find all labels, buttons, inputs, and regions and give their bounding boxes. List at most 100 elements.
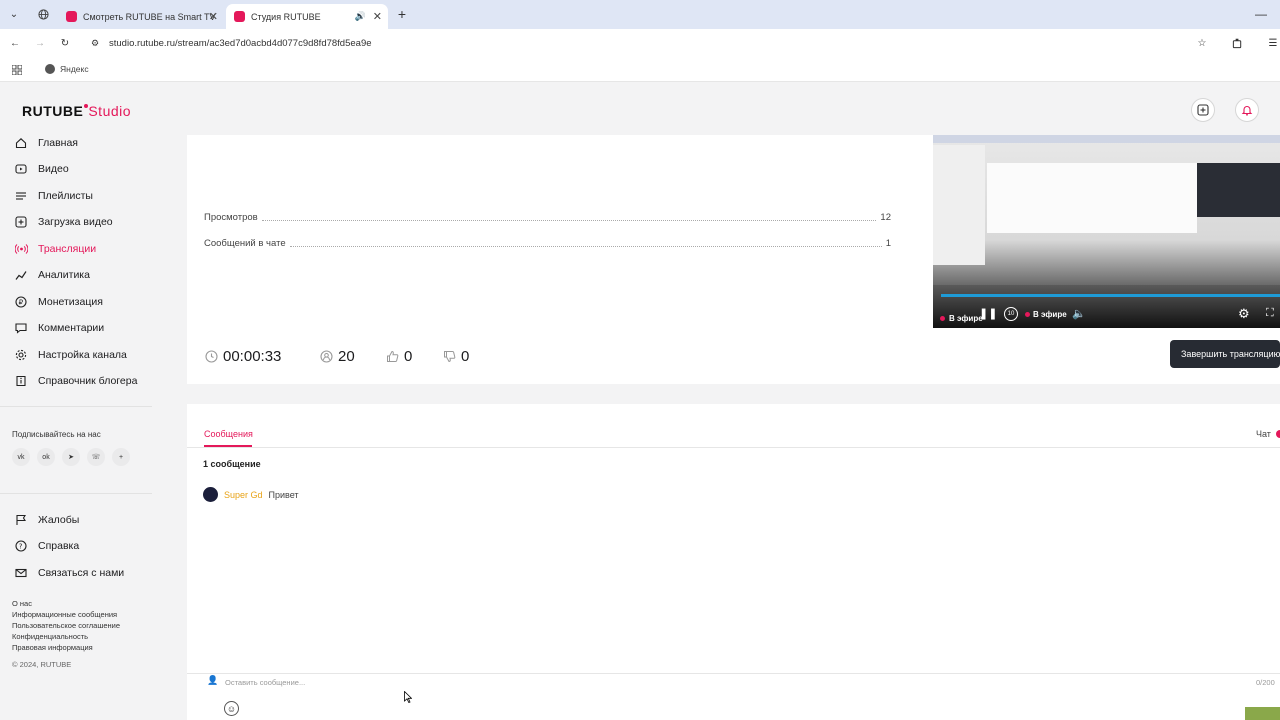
- chat-messages-value: 1: [885, 238, 891, 249]
- chat-message: Super Gd Привет: [203, 487, 299, 502]
- notifications-button[interactable]: [1235, 98, 1259, 122]
- mail-icon: [14, 566, 28, 580]
- bookmarks-bar: Яндекс: [0, 58, 1280, 82]
- studio-page: RUTUBE Studio Главная Видео Плейлисты Заг…: [0, 82, 1280, 720]
- apps-grid-icon[interactable]: [10, 63, 24, 77]
- odnoklassniki-icon[interactable]: ok: [37, 448, 55, 466]
- rutube-favicon-icon: [234, 11, 245, 22]
- fullscreen-icon[interactable]: ⛶: [1266, 307, 1274, 320]
- add-icon: [1197, 104, 1209, 116]
- clock-icon: [205, 350, 218, 363]
- new-tab-icon[interactable]: +: [395, 6, 409, 22]
- bell-icon: [1241, 106, 1253, 116]
- create-button[interactable]: [1191, 98, 1215, 122]
- sidebar-item-upload[interactable]: Загрузка видео: [14, 212, 113, 232]
- telegram-icon[interactable]: ➤: [62, 448, 80, 466]
- thumbs-up-icon: [387, 350, 399, 362]
- close-tab-icon[interactable]: ✕: [209, 10, 218, 23]
- viewer-icon: [320, 350, 333, 363]
- comment-icon: [14, 321, 28, 335]
- globe-icon[interactable]: [36, 7, 50, 21]
- live-indicator: В эфире: [1025, 310, 1067, 319]
- message-author[interactable]: Super Gd: [224, 490, 263, 500]
- emoji-icon[interactable]: ☺: [224, 701, 239, 716]
- volume-icon[interactable]: 🔈: [1072, 307, 1086, 320]
- logo-brand: RUTUBE: [22, 103, 84, 119]
- analytics-icon: [14, 268, 28, 282]
- browser-tab[interactable]: Смотреть RUTUBE на Smart TV ✕: [58, 4, 224, 29]
- browser-tab-strip: ⌄ Смотреть RUTUBE на Smart TV ✕ Студия R…: [0, 0, 1280, 29]
- bookmark-star-icon[interactable]: ☆: [1195, 36, 1209, 50]
- sidebar-item-channel-settings[interactable]: Настройка канала: [14, 345, 127, 365]
- copyright: © 2024, RUTUBE: [12, 660, 72, 669]
- avatar[interactable]: [203, 487, 218, 502]
- tab-search-icon[interactable]: ⌄: [7, 7, 21, 21]
- menu-icon[interactable]: ☰: [1266, 36, 1280, 50]
- subscribe-label: Подписывайтесь на нас: [12, 430, 101, 439]
- playlist-icon: [14, 189, 28, 203]
- close-tab-icon[interactable]: ✕: [373, 10, 382, 23]
- sidebar-item-playlists[interactable]: Плейлисты: [14, 186, 93, 206]
- extensions-icon[interactable]: [1230, 36, 1244, 50]
- sidebar-item-home[interactable]: Главная: [14, 133, 78, 153]
- vk-icon[interactable]: vk: [12, 448, 30, 466]
- bookmark-yandex[interactable]: Яндекс: [45, 64, 89, 74]
- sidebar-item-monetization[interactable]: ₽ Монетизация: [14, 292, 103, 312]
- tab-messages[interactable]: Сообщения: [204, 429, 253, 439]
- live-dot-icon: [940, 316, 945, 321]
- sidebar-item-comments[interactable]: Комментарии: [14, 318, 104, 338]
- dotted-leader: [289, 241, 882, 247]
- chat-messages-label: Сообщений в чате: [204, 238, 286, 249]
- logo-studio: Studio: [88, 103, 132, 119]
- sidebar-item-contact[interactable]: Связаться с нами: [14, 563, 124, 583]
- footer-link-legal[interactable]: Правовая информация: [12, 643, 93, 652]
- more-socials-icon[interactable]: +: [112, 448, 130, 466]
- tab-chat[interactable]: Чат: [1256, 429, 1271, 439]
- stream-preview-player[interactable]: В эфире ❚❚ 10 В эфире 🔈 ⚙ ⛶: [933, 135, 1280, 328]
- sidebar-item-blogger-guide[interactable]: Справочник блогера: [14, 371, 137, 391]
- views-label: Просмотров: [204, 212, 258, 223]
- sidebar-item-help[interactable]: ? Справка: [14, 536, 79, 556]
- minimize-icon[interactable]: —: [1254, 7, 1268, 21]
- broadcast-icon: [14, 242, 28, 256]
- footer-link-privacy[interactable]: Конфиденциальность: [12, 632, 88, 641]
- captured-preview: [1197, 163, 1280, 217]
- site-info-icon[interactable]: ⚙: [91, 38, 99, 49]
- browser-tab-active[interactable]: Студия RUTUBE 🔊 ✕: [226, 4, 388, 29]
- yandex-favicon-icon: [45, 64, 55, 74]
- send-button[interactable]: [1245, 707, 1280, 720]
- sidebar-item-complaints[interactable]: Жалобы: [14, 510, 79, 530]
- viber-icon[interactable]: ☏: [87, 448, 105, 466]
- message-text: Привет: [268, 489, 299, 500]
- captured-browser-bar: [933, 135, 1280, 143]
- sidebar-item-broadcasts[interactable]: Трансляции: [14, 239, 96, 259]
- footer-link-info-messages[interactable]: Информационные сообщения: [12, 610, 117, 619]
- rutube-studio-logo[interactable]: RUTUBE Studio: [22, 103, 131, 119]
- viewers-metric: 20: [320, 348, 355, 365]
- video-icon: [14, 162, 28, 176]
- reload-icon[interactable]: ↻: [58, 36, 72, 50]
- pause-icon[interactable]: ❚❚: [979, 307, 997, 320]
- address-bar[interactable]: ⚙ studio.rutube.ru/stream/ac3ed7d0acbd4d…: [83, 32, 1193, 55]
- back-icon[interactable]: ←: [8, 36, 22, 50]
- footer-link-about[interactable]: О нас: [12, 599, 32, 608]
- mouse-cursor-icon: [404, 690, 413, 704]
- stream-stats-card: Просмотров 12 Сообщений в чате 1 00:00:3…: [187, 135, 1280, 384]
- rewind-10-icon[interactable]: 10: [1004, 307, 1018, 321]
- end-stream-button[interactable]: Завершить трансляцию: [1170, 340, 1280, 368]
- settings-gear-icon[interactable]: ⚙: [1238, 306, 1250, 322]
- thumbs-down-icon: [444, 351, 456, 363]
- sidebar-divider: [0, 406, 152, 407]
- views-stat-row: Просмотров 12: [204, 212, 891, 223]
- forward-icon[interactable]: →: [33, 36, 47, 50]
- footer-link-user-agreement[interactable]: Пользовательское соглашение: [12, 621, 120, 630]
- audio-playing-icon[interactable]: 🔊: [355, 11, 366, 22]
- sidebar-item-video[interactable]: Видео: [14, 159, 69, 179]
- progress-bar[interactable]: [941, 294, 1280, 297]
- chat-badge: [1276, 430, 1280, 438]
- dotted-leader: [261, 215, 877, 221]
- message-input[interactable]: Оставить сообщение...: [225, 678, 1225, 692]
- views-value: 12: [880, 212, 891, 223]
- sidebar-item-analytics[interactable]: Аналитика: [14, 265, 90, 285]
- url-text: studio.rutube.ru/stream/ac3ed7d0acbd4d07…: [109, 38, 372, 49]
